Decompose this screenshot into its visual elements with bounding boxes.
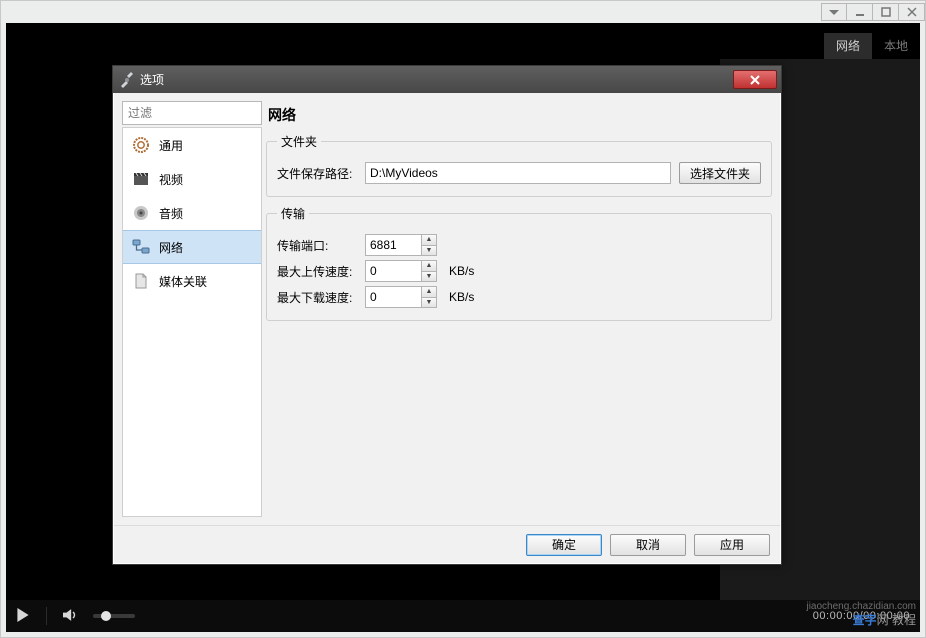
panel-tabs: 网络 本地 [824, 33, 920, 59]
dialog-footer: 确定 取消 应用 [114, 525, 780, 563]
document-icon [131, 271, 151, 291]
folder-legend: 文件夹 [277, 133, 321, 150]
watermark-blue: 查字 [853, 613, 877, 627]
window-close-button[interactable] [899, 3, 925, 21]
content-title: 网络 [266, 101, 772, 133]
dialog-close-button[interactable] [733, 70, 777, 89]
upload-spinner[interactable]: ▲ ▼ [365, 260, 437, 282]
gear-icon [131, 135, 151, 155]
path-label: 文件保存路径: [277, 165, 357, 182]
upload-label: 最大上传速度: [277, 263, 357, 280]
sidebar-item-general[interactable]: 通用 [123, 128, 261, 162]
download-label: 最大下载速度: [277, 289, 357, 306]
window-minimize-button[interactable] [847, 3, 873, 21]
filter-input[interactable] [122, 101, 262, 125]
spin-up-icon[interactable]: ▲ [422, 235, 436, 246]
clapperboard-icon [131, 169, 151, 189]
sidebar-item-network[interactable]: 网络 [123, 230, 261, 264]
watermark-badge: 查字网 教程 [853, 611, 916, 628]
port-label: 传输端口: [277, 237, 357, 254]
dialog-main: 通用 视频 音频 [114, 93, 780, 525]
spin-down-icon[interactable]: ▼ [422, 298, 436, 308]
volume-thumb[interactable] [101, 611, 111, 621]
tab-network[interactable]: 网络 [824, 33, 872, 59]
dialog-content: 网络 文件夹 文件保存路径: 选择文件夹 传输 传输端口: [266, 101, 772, 517]
sidebar-item-label: 视频 [159, 171, 183, 188]
ok-button[interactable]: 确定 [526, 534, 602, 556]
path-input[interactable] [365, 162, 671, 184]
dialog-body: 通用 视频 音频 [113, 93, 781, 564]
apply-button[interactable]: 应用 [694, 534, 770, 556]
spin-down-icon[interactable]: ▼ [422, 246, 436, 256]
transfer-legend: 传输 [277, 205, 309, 222]
transfer-group: 传输 传输端口: ▲ ▼ 最大上传速度: [266, 205, 772, 321]
dialog-titlebar[interactable]: 选项 [113, 66, 781, 93]
sidebar-item-label: 网络 [159, 239, 183, 256]
cancel-button[interactable]: 取消 [610, 534, 686, 556]
speaker-icon [131, 203, 151, 223]
upload-unit: KB/s [449, 264, 474, 278]
player-divider [46, 607, 47, 625]
sidebar-item-label: 通用 [159, 137, 183, 154]
sidebar-item-label: 媒体关联 [159, 273, 207, 290]
dialog-title: 选项 [140, 71, 164, 88]
spin-up-icon[interactable]: ▲ [422, 261, 436, 272]
upload-input[interactable] [365, 260, 421, 282]
download-spinner[interactable]: ▲ ▼ [365, 286, 437, 308]
player-controls: 00:00:00/00:00:00 [6, 600, 920, 632]
sidebar-item-audio[interactable]: 音频 [123, 196, 261, 230]
window-config-button[interactable] [821, 3, 847, 21]
download-unit: KB/s [449, 290, 474, 304]
folder-group: 文件夹 文件保存路径: 选择文件夹 [266, 133, 772, 197]
spin-down-icon[interactable]: ▼ [422, 272, 436, 282]
sidebar-item-video[interactable]: 视频 [123, 162, 261, 196]
dialog-sidebar: 通用 视频 音频 [122, 101, 262, 517]
window-titlebar [1, 1, 925, 23]
sidebar-item-label: 音频 [159, 205, 183, 222]
volume-slider[interactable] [93, 614, 135, 618]
tab-local[interactable]: 本地 [872, 33, 920, 59]
play-icon[interactable] [16, 608, 30, 625]
sidebar-item-assoc[interactable]: 媒体关联 [123, 264, 261, 298]
options-dialog: 选项 通用 [112, 65, 782, 565]
wrench-icon [119, 72, 135, 88]
browse-button[interactable]: 选择文件夹 [679, 162, 761, 184]
window-maximize-button[interactable] [873, 3, 899, 21]
watermark-gray: 网 教程 [877, 613, 916, 627]
spin-up-icon[interactable]: ▲ [422, 287, 436, 298]
volume-icon[interactable] [63, 608, 77, 625]
port-spinner[interactable]: ▲ ▼ [365, 234, 437, 256]
sidebar-list: 通用 视频 音频 [122, 127, 262, 517]
port-input[interactable] [365, 234, 421, 256]
network-icon [131, 237, 151, 257]
download-input[interactable] [365, 286, 421, 308]
